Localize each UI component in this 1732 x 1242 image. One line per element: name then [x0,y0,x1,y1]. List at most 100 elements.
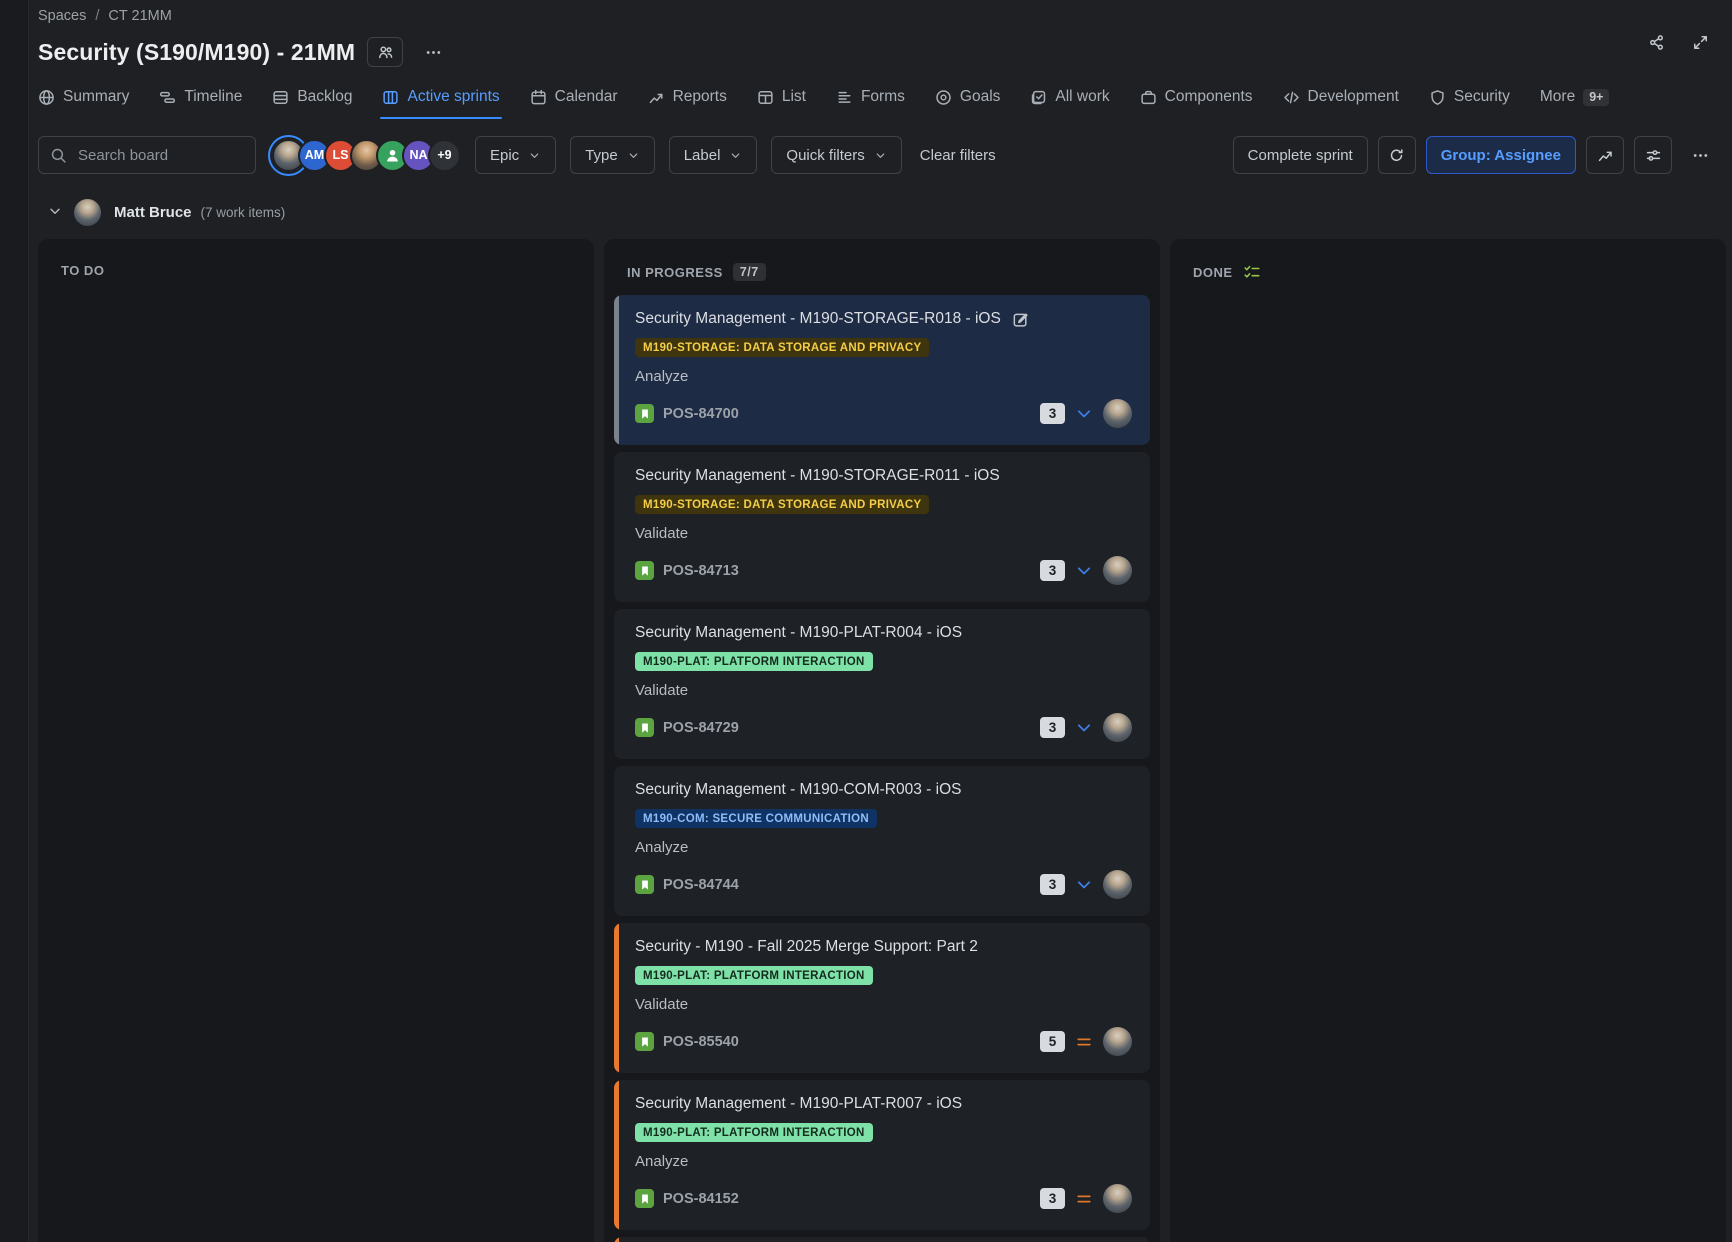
avatar-9[interactable]: +9 [428,139,461,172]
board-card[interactable]: Security - M190 - Fall 2025 Merge Suppor… [614,923,1150,1073]
board-card[interactable]: Security Management - M190-STORAGE-R011 … [614,452,1150,602]
dropdown-label: Type [585,147,618,164]
sync-button[interactable] [1378,136,1416,174]
card-assignee-avatar[interactable] [1103,1027,1132,1056]
fullscreen-button[interactable] [1682,24,1718,60]
column-header-done: DONE [1170,239,1726,295]
tab-label: Reports [673,88,727,106]
tab-label: Backlog [297,88,352,106]
card-assignee-avatar[interactable] [1103,870,1132,899]
priority-medium-icon [1074,1189,1094,1209]
filter-type-dropdown[interactable]: Type [570,136,655,174]
jira-board-app: Spaces / CT 21MM Security (S190/M190) - … [0,0,1732,1242]
filter-epic-dropdown[interactable]: Epic [475,136,556,174]
chevron-down-icon [47,203,63,219]
story-points-badge: 5 [1040,1031,1065,1052]
tab-all-work[interactable]: All work [1030,88,1109,119]
breadcrumb: Spaces / CT 21MM [38,8,1732,24]
tab-goals[interactable]: Goals [935,88,1001,119]
ellipsis-icon [425,44,442,61]
board-more-button[interactable] [1682,137,1718,173]
board-card[interactable] [614,1237,1150,1242]
card-assignee-avatar[interactable] [1103,556,1132,585]
bookmark-icon [639,408,651,420]
tab-label: Goals [960,88,1001,106]
swimlane-collapse-button[interactable] [45,203,65,223]
tab-calendar[interactable]: Calendar [530,88,618,119]
chevron-down-icon [627,149,640,162]
tab-security[interactable]: Security [1429,88,1510,119]
person-icon [384,147,401,164]
insights-button[interactable] [1586,136,1624,174]
search-icon [50,147,67,164]
board-card[interactable]: Security Management - M190-COM-R003 - iO… [614,766,1150,916]
search-input[interactable] [76,146,244,165]
card-label-chip: M190-PLAT: PLATFORM INTERACTION [635,652,873,671]
tab-list[interactable]: List [757,88,806,119]
breadcrumb-spaces[interactable]: Spaces [38,8,86,24]
card-status: Validate [635,682,1132,699]
search-box [38,136,256,174]
swimlane-name: Matt Bruce [114,204,192,221]
card-title: Security Management - M190-PLAT-R007 - i… [635,1095,962,1113]
dropdown-label: Label [684,147,721,164]
filter-label-dropdown[interactable]: Label [669,136,758,174]
board-card[interactable]: Security Management - M190-PLAT-R004 - i… [614,609,1150,759]
card-key: POS-84713 [663,563,739,579]
column-title: DONE [1193,265,1233,280]
card-assignee-avatar[interactable] [1103,1184,1132,1213]
tab-bar: Summary Timeline Backlog Active sprints Cale… [38,88,1732,119]
title-more-button[interactable] [415,34,451,70]
swimlane-avatar [74,199,101,226]
tab-more[interactable]: More9+ [1540,88,1610,119]
card-status: Analyze [635,839,1132,856]
board-card[interactable]: Security Management - M190-PLAT-R007 - i… [614,1080,1150,1230]
card-label-chip: M190-COM: SECURE COMMUNICATION [635,809,877,828]
breadcrumb-project[interactable]: CT 21MM [108,8,171,24]
clear-filters-button[interactable]: Clear filters [916,147,1000,164]
tab-reports[interactable]: Reports [648,88,727,119]
card-assignee-avatar[interactable] [1103,399,1132,428]
column-title: IN PROGRESS [627,265,723,280]
tab-development[interactable]: Development [1283,88,1399,119]
view-settings-button[interactable] [1634,136,1672,174]
project-header: Spaces / CT 21MM Security (S190/M190) - … [30,0,1732,174]
sliders-icon [1645,147,1662,164]
story-type-icon [635,561,654,580]
column-header-inprogress: IN PROGRESS7/7 [604,239,1160,295]
tab-label: Active sprints [407,88,499,106]
priority-low-icon [1074,875,1094,895]
tab-label: Security [1454,88,1510,106]
tab-active-sprints[interactable]: Active sprints [382,88,499,119]
assignee-avatar-stack: AMLSNA+9 [272,139,461,172]
group-by-button[interactable]: Group: Assignee [1426,136,1576,174]
list-icon [757,89,774,106]
story-points-badge: 3 [1040,403,1065,424]
tab-summary[interactable]: Summary [38,88,129,119]
bookmark-icon [639,1036,651,1048]
card-assignee-avatar[interactable] [1103,713,1132,742]
calendar-icon [530,89,547,106]
tab-components[interactable]: Components [1140,88,1253,119]
tab-timeline[interactable]: Timeline [159,88,242,119]
development-icon [1283,89,1300,106]
sync-icon [1388,147,1405,164]
tab-backlog[interactable]: Backlog [272,88,352,119]
board-card[interactable]: Security Management - M190-STORAGE-R018 … [614,295,1150,445]
card-key: POS-84700 [663,406,739,422]
tab-forms[interactable]: Forms [836,88,905,119]
tab-label: Timeline [184,88,242,106]
priority-low-icon [1074,404,1094,424]
bookmark-icon [639,879,651,891]
column-cards-done [1170,295,1726,305]
card-key: POS-84729 [663,720,739,736]
priority-low-icon [1074,718,1094,738]
complete-sprint-button[interactable]: Complete sprint [1233,136,1368,174]
edit-icon[interactable] [1012,311,1029,328]
collaborators-button[interactable] [367,37,403,67]
card-accent-bar [614,1237,619,1242]
column-cards-inprogress: Security Management - M190-STORAGE-R018 … [604,295,1160,1242]
share-button[interactable] [1638,24,1674,60]
filter-quick-filters-dropdown[interactable]: Quick filters [771,136,901,174]
people-group-icon [377,44,394,61]
